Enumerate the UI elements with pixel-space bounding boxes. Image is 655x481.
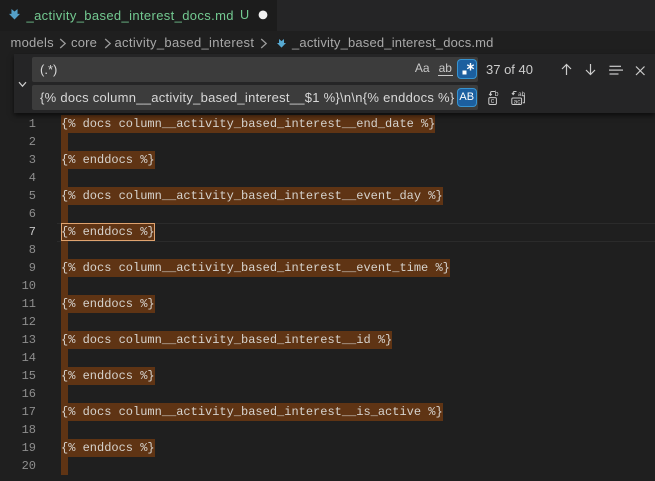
svg-text:b: b xyxy=(494,91,498,98)
svg-text:c: c xyxy=(490,98,494,105)
svg-text:ac: ac xyxy=(513,98,521,105)
svg-text:ab: ab xyxy=(518,90,526,97)
